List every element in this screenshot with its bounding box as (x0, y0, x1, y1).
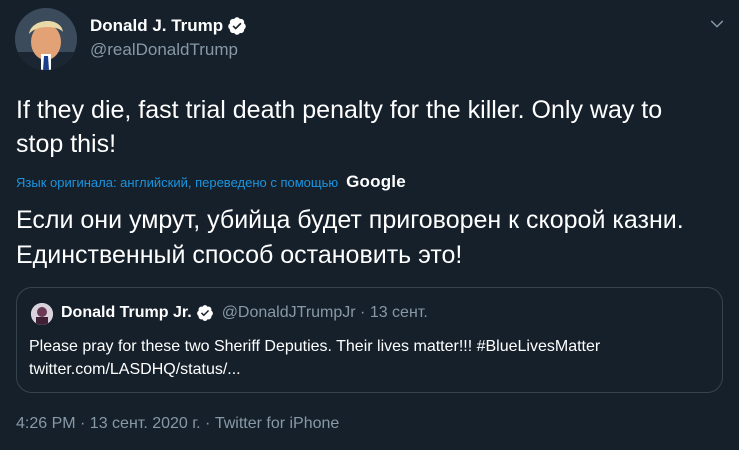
quoted-link[interactable]: twitter.com/LASDHQ/status/... (29, 358, 719, 381)
quoted-author-avatar (31, 303, 53, 325)
quoted-text-line: Please pray for these two Sheriff Deputi… (29, 338, 601, 355)
author-avatar[interactable] (15, 8, 77, 70)
quoted-meta: @DonaldJTrumpJr · 13 сент. (221, 304, 428, 321)
chevron-down-icon[interactable] (709, 16, 725, 32)
quoted-author-name: Donald Trump Jr. (61, 304, 192, 321)
tweet-timestamp-source[interactable]: 4:26 PM · 13 сент. 2020 г. · Twitter for… (16, 415, 339, 433)
translation-attribution: Язык оригинала: английский, переведено с… (16, 172, 406, 192)
author-handle[interactable]: @realDonaldTrump (90, 40, 238, 60)
author-name-row[interactable]: Donald J. Trump (90, 16, 247, 36)
google-logo: Google (346, 172, 406, 191)
verified-badge-icon (228, 17, 246, 35)
quoted-tweet-text: Please pray for these two Sheriff Deputi… (29, 335, 719, 381)
author-display-name[interactable]: Donald J. Trump (90, 16, 223, 36)
verified-badge-icon (196, 305, 213, 321)
translation-note[interactable]: Язык оригинала: английский, переведено с… (16, 175, 338, 190)
quoted-author-row: Donald Trump Jr. @DonaldJTrumpJr · 13 се… (61, 304, 428, 322)
quoted-tweet-card[interactable]: Donald Trump Jr. @DonaldJTrumpJr · 13 се… (16, 287, 723, 393)
tweet-text: If they die, fast trial death penalty fo… (16, 96, 663, 158)
translated-tweet-text: Если они умрут, убийца будет приговорен … (16, 206, 684, 269)
